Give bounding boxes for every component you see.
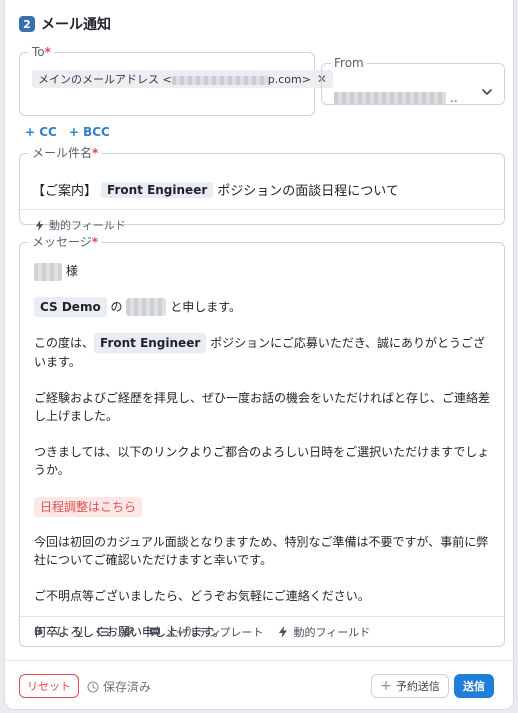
- position-tag: Front Engineer: [94, 332, 207, 353]
- chevron-down-icon: [482, 89, 492, 95]
- from-label: From: [334, 56, 364, 70]
- step-badge: 2: [19, 16, 35, 32]
- message-paragraph: 今回は初回のカジュアル面談となりますため、特別なご準備は不要ですが、事前に弊社に…: [34, 534, 489, 567]
- redacted-email: [171, 75, 268, 85]
- chat-template-icon: [149, 627, 160, 637]
- message-paragraph: つきましては、以下のリンクよりご都合のよろしい日時をご選択いただけますでしょうか…: [34, 444, 490, 477]
- lightning-icon: [279, 625, 288, 638]
- recipient-chip-text: メインのメールアドレス < p.com>: [38, 73, 311, 86]
- subject-dynamic-field-button[interactable]: 動的フィールド: [34, 217, 126, 233]
- message-field[interactable]: メッセージ* 様 CS Demo の と申します。 この度は、 Front Eng…: [19, 236, 505, 647]
- send-button[interactable]: 送信: [454, 674, 494, 698]
- reset-button[interactable]: リセット: [19, 674, 79, 698]
- schedule-send-button[interactable]: + 予約送信: [371, 674, 449, 698]
- redacted-name: [34, 262, 62, 281]
- scheduling-link[interactable]: 日程調整はこちら: [34, 496, 143, 517]
- message-paragraph: ご不明点等ございましたら、どうぞお気軽にご連絡ください。: [34, 588, 370, 603]
- attachment-button[interactable]: [123, 626, 135, 638]
- from-value: ..: [334, 91, 458, 105]
- list-button[interactable]: [97, 626, 109, 638]
- italic-button[interactable]: I: [56, 625, 60, 638]
- message-label: メッセージ*: [32, 235, 99, 249]
- lightning-icon: [35, 219, 44, 231]
- message-dynamic-field-button[interactable]: 動的フィールド: [277, 624, 370, 640]
- editor-toolbar: B I U メールテンプレート 動的フィールド: [20, 616, 504, 646]
- message-paragraph: ご経験およびご経歴を拝見し、ぜひ一度お話の機会をいただければと存じ、ご連絡差し上…: [34, 390, 491, 423]
- plus-icon: +: [380, 678, 392, 694]
- subject-prefix: 【ご案内】: [32, 184, 98, 199]
- redacted-sender-name: [126, 298, 167, 316]
- to-field[interactable]: To* メインのメールアドレス < p.com> ✕: [19, 45, 333, 116]
- clock-icon: [87, 680, 99, 693]
- subject-label: メール件名*: [32, 146, 99, 160]
- message-greeting: 様: [34, 262, 490, 281]
- paperclip-icon: [123, 626, 134, 636]
- section-title-text: メール通知: [41, 17, 111, 33]
- cc-bcc-row: + CC + BCC: [25, 125, 110, 139]
- redacted-sender: [334, 92, 446, 104]
- save-status: 保存済み: [87, 678, 151, 695]
- mail-template-button[interactable]: メールテンプレート: [149, 624, 263, 640]
- subject-input[interactable]: 【ご案内】 Front Engineer ポジションの面談日程について: [32, 180, 399, 199]
- email-notification-panel: 2 メール通知 To* メインのメールアドレス < p.com> ✕ From .…: [4, 0, 514, 710]
- to-label: To*: [32, 45, 51, 59]
- footer-divider: [5, 660, 513, 661]
- subject-suffix: ポジションの面談日程について: [217, 184, 399, 199]
- message-link-line: 日程調整はこちら: [34, 496, 490, 517]
- subject-divider: [20, 209, 504, 210]
- section-title: 2 メール通知: [19, 14, 111, 34]
- underline-button[interactable]: U: [75, 625, 83, 638]
- add-bcc-button[interactable]: + BCC: [69, 125, 110, 139]
- subject-field[interactable]: メール件名* 【ご案内】 Front Engineer ポジションの面談日程につ…: [19, 146, 505, 232]
- message-editor[interactable]: 様 CS Demo の と申します。 この度は、 Front Engineer ポ…: [34, 262, 490, 659]
- add-cc-button[interactable]: + CC: [25, 125, 57, 139]
- position-tag: Front Engineer: [101, 181, 214, 198]
- recipient-chip[interactable]: メインのメールアドレス < p.com> ✕: [32, 70, 333, 88]
- from-select[interactable]: From ..: [321, 57, 505, 105]
- bold-button[interactable]: B: [34, 625, 42, 638]
- message-paragraph: この度は、 Front Engineer ポジションにご応募いただき、誠にありがと…: [34, 332, 490, 371]
- list-icon: [97, 627, 108, 636]
- message-intro: CS Demo の と申します。: [34, 296, 490, 317]
- company-tag: CS Demo: [34, 296, 107, 317]
